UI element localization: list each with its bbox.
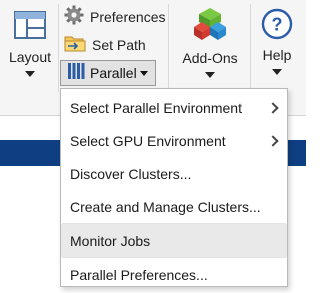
menu-item-label: Parallel Preferences... [70, 266, 208, 283]
menu-item-label: Select Parallel Environment [70, 99, 242, 116]
add-ons-caret-icon [205, 72, 215, 78]
menu-item-monitor-jobs[interactable]: Monitor Jobs [61, 224, 287, 257]
menu-item-parallel-preferences[interactable]: Parallel Preferences... [61, 258, 287, 291]
preferences-button[interactable]: Preferences [64, 5, 166, 30]
add-ons-label: Add-Ons [182, 50, 238, 66]
parallel-caret-icon [139, 70, 148, 76]
layout-caret-icon [25, 71, 35, 77]
chevron-right-icon [267, 134, 279, 147]
help-label: Help [262, 47, 292, 63]
add-ons-icon [192, 6, 228, 47]
preferences-label: Preferences [90, 9, 166, 25]
parallel-button[interactable]: Parallel [60, 60, 156, 86]
chevron-right-icon [267, 101, 279, 114]
toolstrip-divider [250, 4, 251, 92]
help-glyph: ? [272, 15, 283, 35]
menu-item-label: Discover Clusters... [70, 165, 192, 182]
set-path-label: Set Path [92, 37, 146, 53]
layout-button[interactable]: Layout [4, 0, 56, 92]
layout-icon [13, 10, 47, 45]
set-path-button[interactable]: Set Path [64, 34, 146, 56]
menu-item-label: Monitor Jobs [70, 232, 151, 249]
help-icon: ? [261, 8, 293, 45]
menu-item-label: Create and Manage Clusters... [70, 198, 261, 215]
parallel-dropdown-menu: Select Parallel Environment Select GPU E… [60, 88, 288, 287]
help-caret-icon [272, 69, 282, 75]
menu-item-create-and-manage-clusters[interactable]: Create and Manage Clusters... [61, 190, 287, 223]
gear-icon [64, 5, 84, 30]
add-ons-button[interactable]: Add-Ons [172, 0, 248, 92]
toolstrip-divider [168, 4, 169, 92]
folder-icon [64, 33, 86, 58]
parallel-label: Parallel [90, 65, 137, 81]
layout-label: Layout [8, 49, 52, 65]
help-button[interactable]: ? Help [253, 0, 301, 92]
menu-item-select-parallel-environment[interactable]: Select Parallel Environment [61, 91, 287, 124]
menu-item-discover-clusters[interactable]: Discover Clusters... [61, 157, 287, 190]
toolstrip-divider [58, 4, 59, 92]
menu-item-label: Select GPU Environment [70, 132, 226, 149]
parallel-icon [67, 62, 85, 85]
menu-item-select-gpu-environment[interactable]: Select GPU Environment [61, 124, 287, 157]
